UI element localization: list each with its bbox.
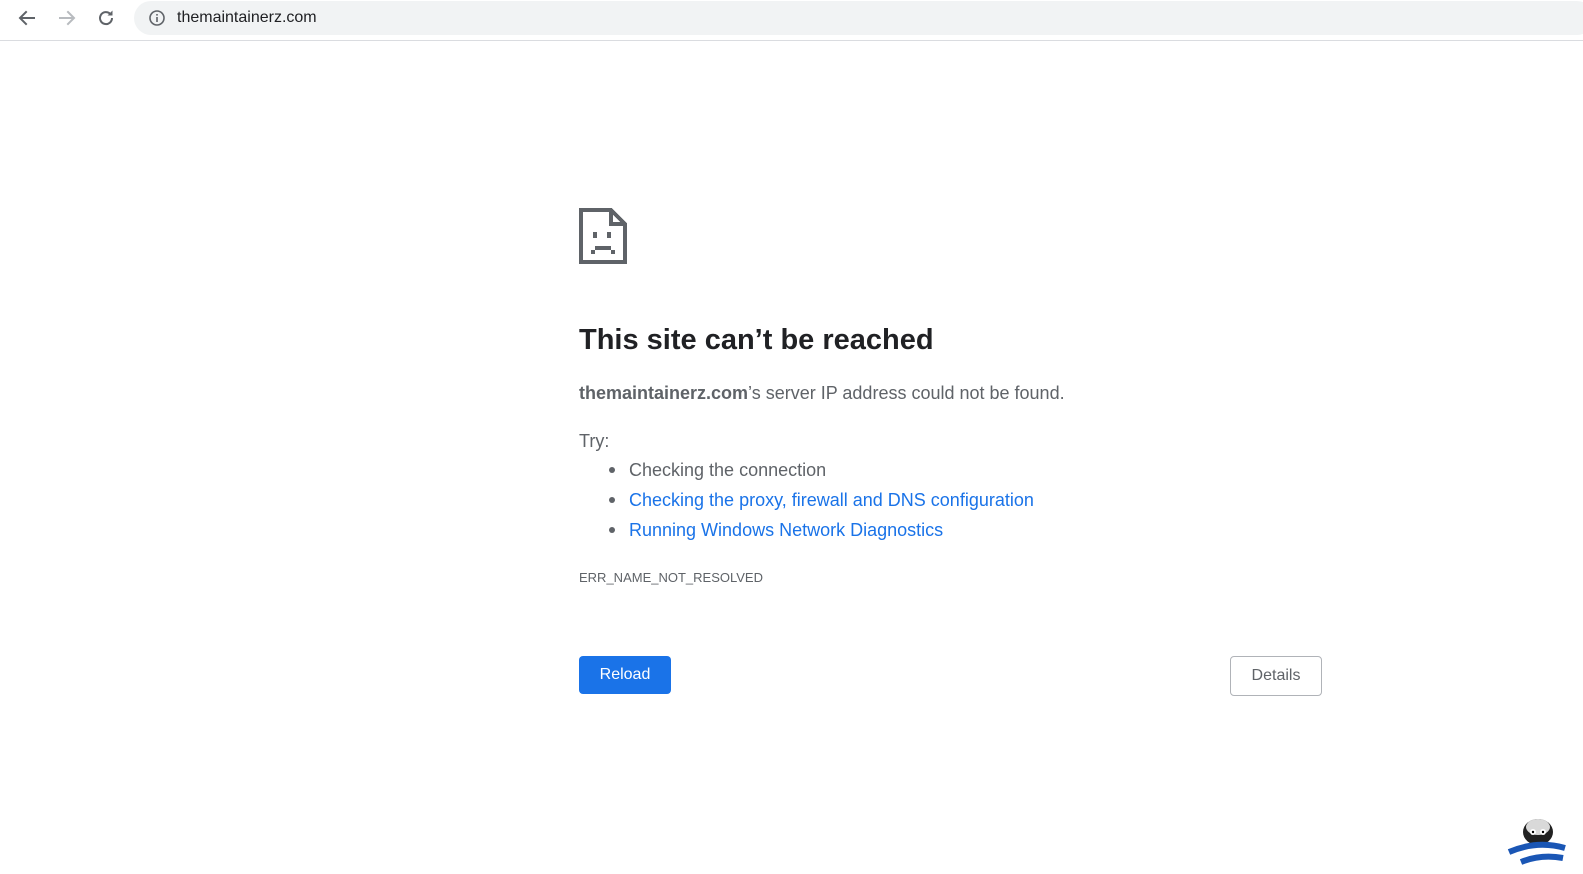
browser-toolbar: themaintainerz.com — [0, 0, 1583, 41]
reload-page-button[interactable] — [90, 2, 122, 34]
proxy-dns-config-link[interactable]: Checking the proxy, firewall and DNS con… — [629, 490, 1034, 510]
summary-rest: ’s server IP address could not be found. — [748, 383, 1065, 403]
sad-document-icon — [579, 208, 627, 264]
arrow-right-icon — [59, 10, 76, 26]
url-text[interactable]: themaintainerz.com — [177, 9, 317, 27]
arrow-left-icon — [18, 10, 35, 26]
suggestion-text: Checking the connection — [629, 460, 827, 480]
error-code: ERR_NAME_NOT_RESOLVED — [579, 570, 763, 585]
suggestions-list: Checking the connection Checking the pro… — [579, 458, 1034, 548]
back-button[interactable] — [11, 2, 43, 34]
sheep-logo-watermark — [1507, 819, 1566, 865]
error-summary: themaintainerz.com’s server IP address c… — [579, 381, 1065, 405]
try-label: Try: — [579, 431, 610, 451]
page-title: This site can’t be reached — [579, 324, 934, 356]
reload-icon — [99, 10, 114, 26]
address-bar[interactable]: themaintainerz.com — [134, 1, 1583, 35]
details-button[interactable]: Details — [1230, 656, 1322, 696]
forward-button[interactable] — [51, 2, 83, 34]
suggestion-check-connection: Checking the connection — [579, 458, 1034, 488]
summary-host: themaintainerz.com — [579, 383, 749, 403]
info-circle-icon[interactable] — [148, 9, 166, 27]
suggestion-network-diagnostics: Running Windows Network Diagnostics — [579, 518, 1034, 548]
network-diagnostics-link[interactable]: Running Windows Network Diagnostics — [629, 520, 943, 540]
reload-button[interactable]: Reload — [579, 656, 671, 694]
suggestion-check-proxy: Checking the proxy, firewall and DNS con… — [579, 488, 1034, 518]
